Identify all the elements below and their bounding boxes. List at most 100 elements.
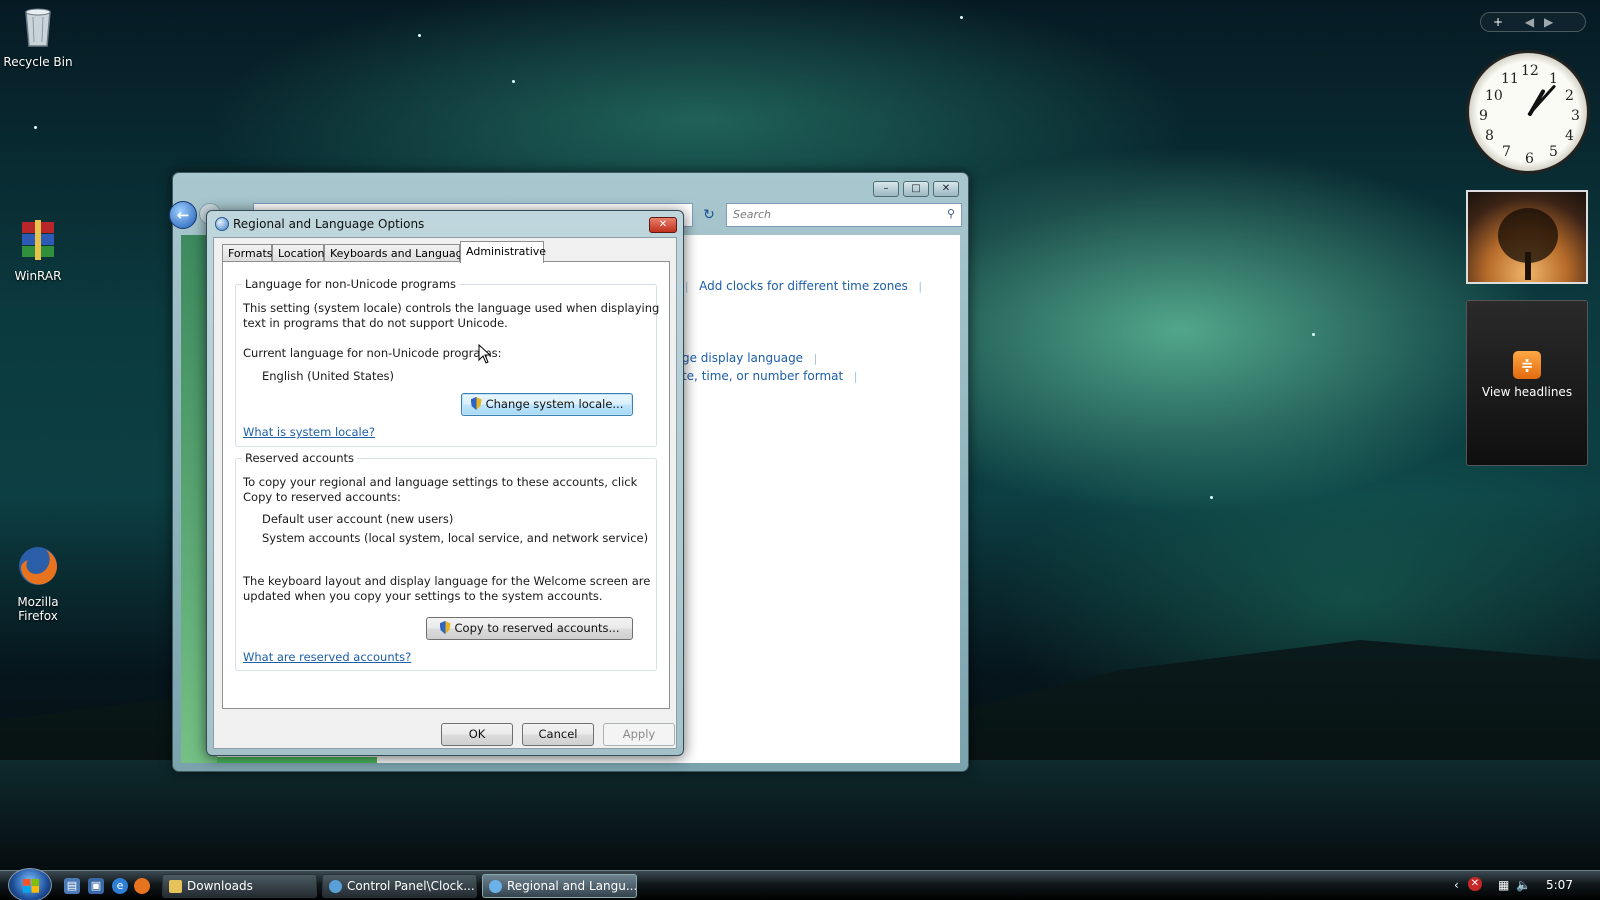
internet-explorer-icon[interactable]: e xyxy=(112,878,128,894)
tab-administrative[interactable]: Administrative xyxy=(460,241,546,263)
mouse-cursor-icon xyxy=(478,344,492,364)
clock-number: 11 xyxy=(1501,71,1519,87)
refresh-icon[interactable]: ↻ xyxy=(697,203,721,227)
change-display-language-link[interactable]: ange display language xyxy=(667,351,803,365)
apply-button[interactable]: Apply xyxy=(603,723,675,746)
group-label: Language for non-Unicode programs xyxy=(242,277,460,291)
task-control-panel[interactable]: Control Panel\Clock... xyxy=(322,874,477,898)
ok-button[interactable]: OK xyxy=(441,723,513,746)
task-label: Downloads xyxy=(187,879,253,893)
clock-time[interactable]: 5:07 xyxy=(1546,878,1573,892)
note-text: The keyboard layout and display language… xyxy=(243,574,651,588)
tab-formats[interactable]: Formats xyxy=(222,244,273,262)
clock-number: 3 xyxy=(1571,108,1580,124)
folder-icon xyxy=(169,880,182,893)
back-button[interactable]: ← xyxy=(169,201,197,229)
button-label: Copy to reserved accounts... xyxy=(454,621,620,635)
what-are-reserved-accounts-link[interactable]: What are reserved accounts? xyxy=(243,650,411,664)
start-button[interactable] xyxy=(8,868,52,900)
star xyxy=(512,80,515,83)
clock-number: 4 xyxy=(1565,128,1574,144)
task-label: Regional and Langu... xyxy=(507,879,637,893)
desktop-icon-label: Mozilla Firefox xyxy=(17,595,59,623)
description-text: To copy your regional and language setti… xyxy=(243,475,638,489)
rss-feed-icon: ≑ xyxy=(1513,351,1541,379)
uac-shield-icon xyxy=(439,621,451,634)
clock-number: 5 xyxy=(1549,144,1558,160)
show-hidden-icons-icon[interactable]: ‹ xyxy=(1454,878,1459,892)
change-system-locale-button[interactable]: Change system locale... xyxy=(461,393,633,416)
copy-to-reserved-accounts-button[interactable]: Copy to reserved accounts... xyxy=(426,617,633,640)
clock-number: 6 xyxy=(1525,151,1534,167)
clock-number: 7 xyxy=(1502,144,1511,160)
account-item: Default user account (new users) xyxy=(262,512,454,526)
security-alert-icon[interactable]: ✕ xyxy=(1468,877,1482,891)
wallpaper-lake xyxy=(0,760,1600,870)
tree-trunk xyxy=(1525,252,1531,280)
dialog-title: Regional and Language Options xyxy=(233,217,425,231)
show-desktop-icon[interactable]: ▤ xyxy=(64,878,80,894)
administrative-panel: Language for non-Unicode programs This s… xyxy=(222,261,670,709)
button-label: Change system locale... xyxy=(485,397,624,411)
star xyxy=(1312,333,1315,336)
network-icon[interactable]: ▦ xyxy=(1498,878,1509,892)
current-language-value: English (United States) xyxy=(262,369,395,383)
globe-icon xyxy=(489,880,502,893)
desktop-icon-label: WinRAR xyxy=(14,269,62,283)
star xyxy=(1210,496,1213,499)
link-separator: | xyxy=(911,280,923,293)
task-label: Control Panel\Clock... xyxy=(347,879,475,893)
switch-windows-icon[interactable]: ▣ xyxy=(88,878,104,894)
task-downloads[interactable]: Downloads xyxy=(162,874,317,898)
desktop-icon-label: Recycle Bin xyxy=(3,55,73,69)
add-clocks-link[interactable]: Add clocks for different time zones xyxy=(699,279,908,293)
slideshow-gadget[interactable] xyxy=(1466,190,1588,284)
search-icon[interactable]: ⚲ xyxy=(947,207,955,220)
next-gadget-icon[interactable]: ▶ xyxy=(1544,15,1553,29)
tab-keyboards-languages[interactable]: Keyboards and Languages xyxy=(324,244,475,262)
control-panel-icon xyxy=(329,880,342,893)
star xyxy=(34,126,37,129)
tab-location[interactable]: Location xyxy=(272,244,325,262)
link-separator: | xyxy=(846,370,858,383)
change-format-link[interactable]: date, time, or number format xyxy=(667,369,843,383)
feed-headlines-gadget[interactable]: ≑ View headlines xyxy=(1466,300,1588,466)
progress-strip xyxy=(217,757,377,763)
close-button[interactable]: ✕ xyxy=(933,181,959,197)
search-input[interactable]: Search ⚲ xyxy=(726,203,962,227)
dialog-body: Formats Location Keyboards and Languages… xyxy=(213,237,677,749)
desktop-icon-winrar[interactable]: WinRAR xyxy=(0,218,78,283)
desktop-icon-firefox[interactable]: Mozilla Firefox xyxy=(0,544,78,623)
star xyxy=(960,16,963,19)
system-tray: ‹ ✕ ▦ 🔈 5:07 xyxy=(1450,871,1600,900)
uac-shield-icon xyxy=(470,397,482,410)
add-gadget-icon[interactable]: + xyxy=(1493,15,1503,29)
account-item: System accounts (local system, local ser… xyxy=(262,531,649,545)
minimize-button[interactable]: – xyxy=(873,181,899,197)
desktop-icon-recycle-bin[interactable]: Recycle Bin xyxy=(0,4,78,69)
clock-number: 12 xyxy=(1521,63,1539,79)
star xyxy=(418,34,421,37)
feed-label[interactable]: View headlines xyxy=(1467,385,1587,399)
recycle-bin-icon xyxy=(25,8,51,47)
regional-language-dialog: Regional and Language Options ✕ Formats … xyxy=(206,210,684,756)
non-unicode-group: Language for non-Unicode programs This s… xyxy=(235,277,659,447)
current-language-label: Current language for non-Unicode program… xyxy=(243,346,502,360)
dialog-close-button[interactable]: ✕ xyxy=(649,217,677,233)
description-text: Copy to reserved accounts: xyxy=(243,490,401,504)
firefox-quicklaunch-icon[interactable] xyxy=(134,878,150,894)
group-label: Reserved accounts xyxy=(242,451,357,465)
clock-gadget[interactable]: 12 1 2 3 4 5 6 7 8 9 10 11 xyxy=(1466,50,1590,174)
cancel-button[interactable]: Cancel xyxy=(522,723,594,746)
previous-gadget-icon[interactable]: ◀ xyxy=(1525,15,1534,29)
clock-number: 8 xyxy=(1485,128,1494,144)
volume-muted-icon[interactable]: 🔈 xyxy=(1516,878,1531,892)
note-text: updated when you copy your settings to t… xyxy=(243,589,603,603)
clock-number: 2 xyxy=(1565,88,1574,104)
sidebar-controls[interactable]: + ◀ ▶ xyxy=(1480,12,1586,32)
description-text: text in programs that do not support Uni… xyxy=(243,316,508,330)
task-regional-language[interactable]: Regional and Langu... xyxy=(482,874,637,898)
what-is-system-locale-link[interactable]: What is system locale? xyxy=(243,425,375,439)
maximize-button[interactable]: □ xyxy=(903,181,929,197)
firefox-icon xyxy=(19,547,57,585)
